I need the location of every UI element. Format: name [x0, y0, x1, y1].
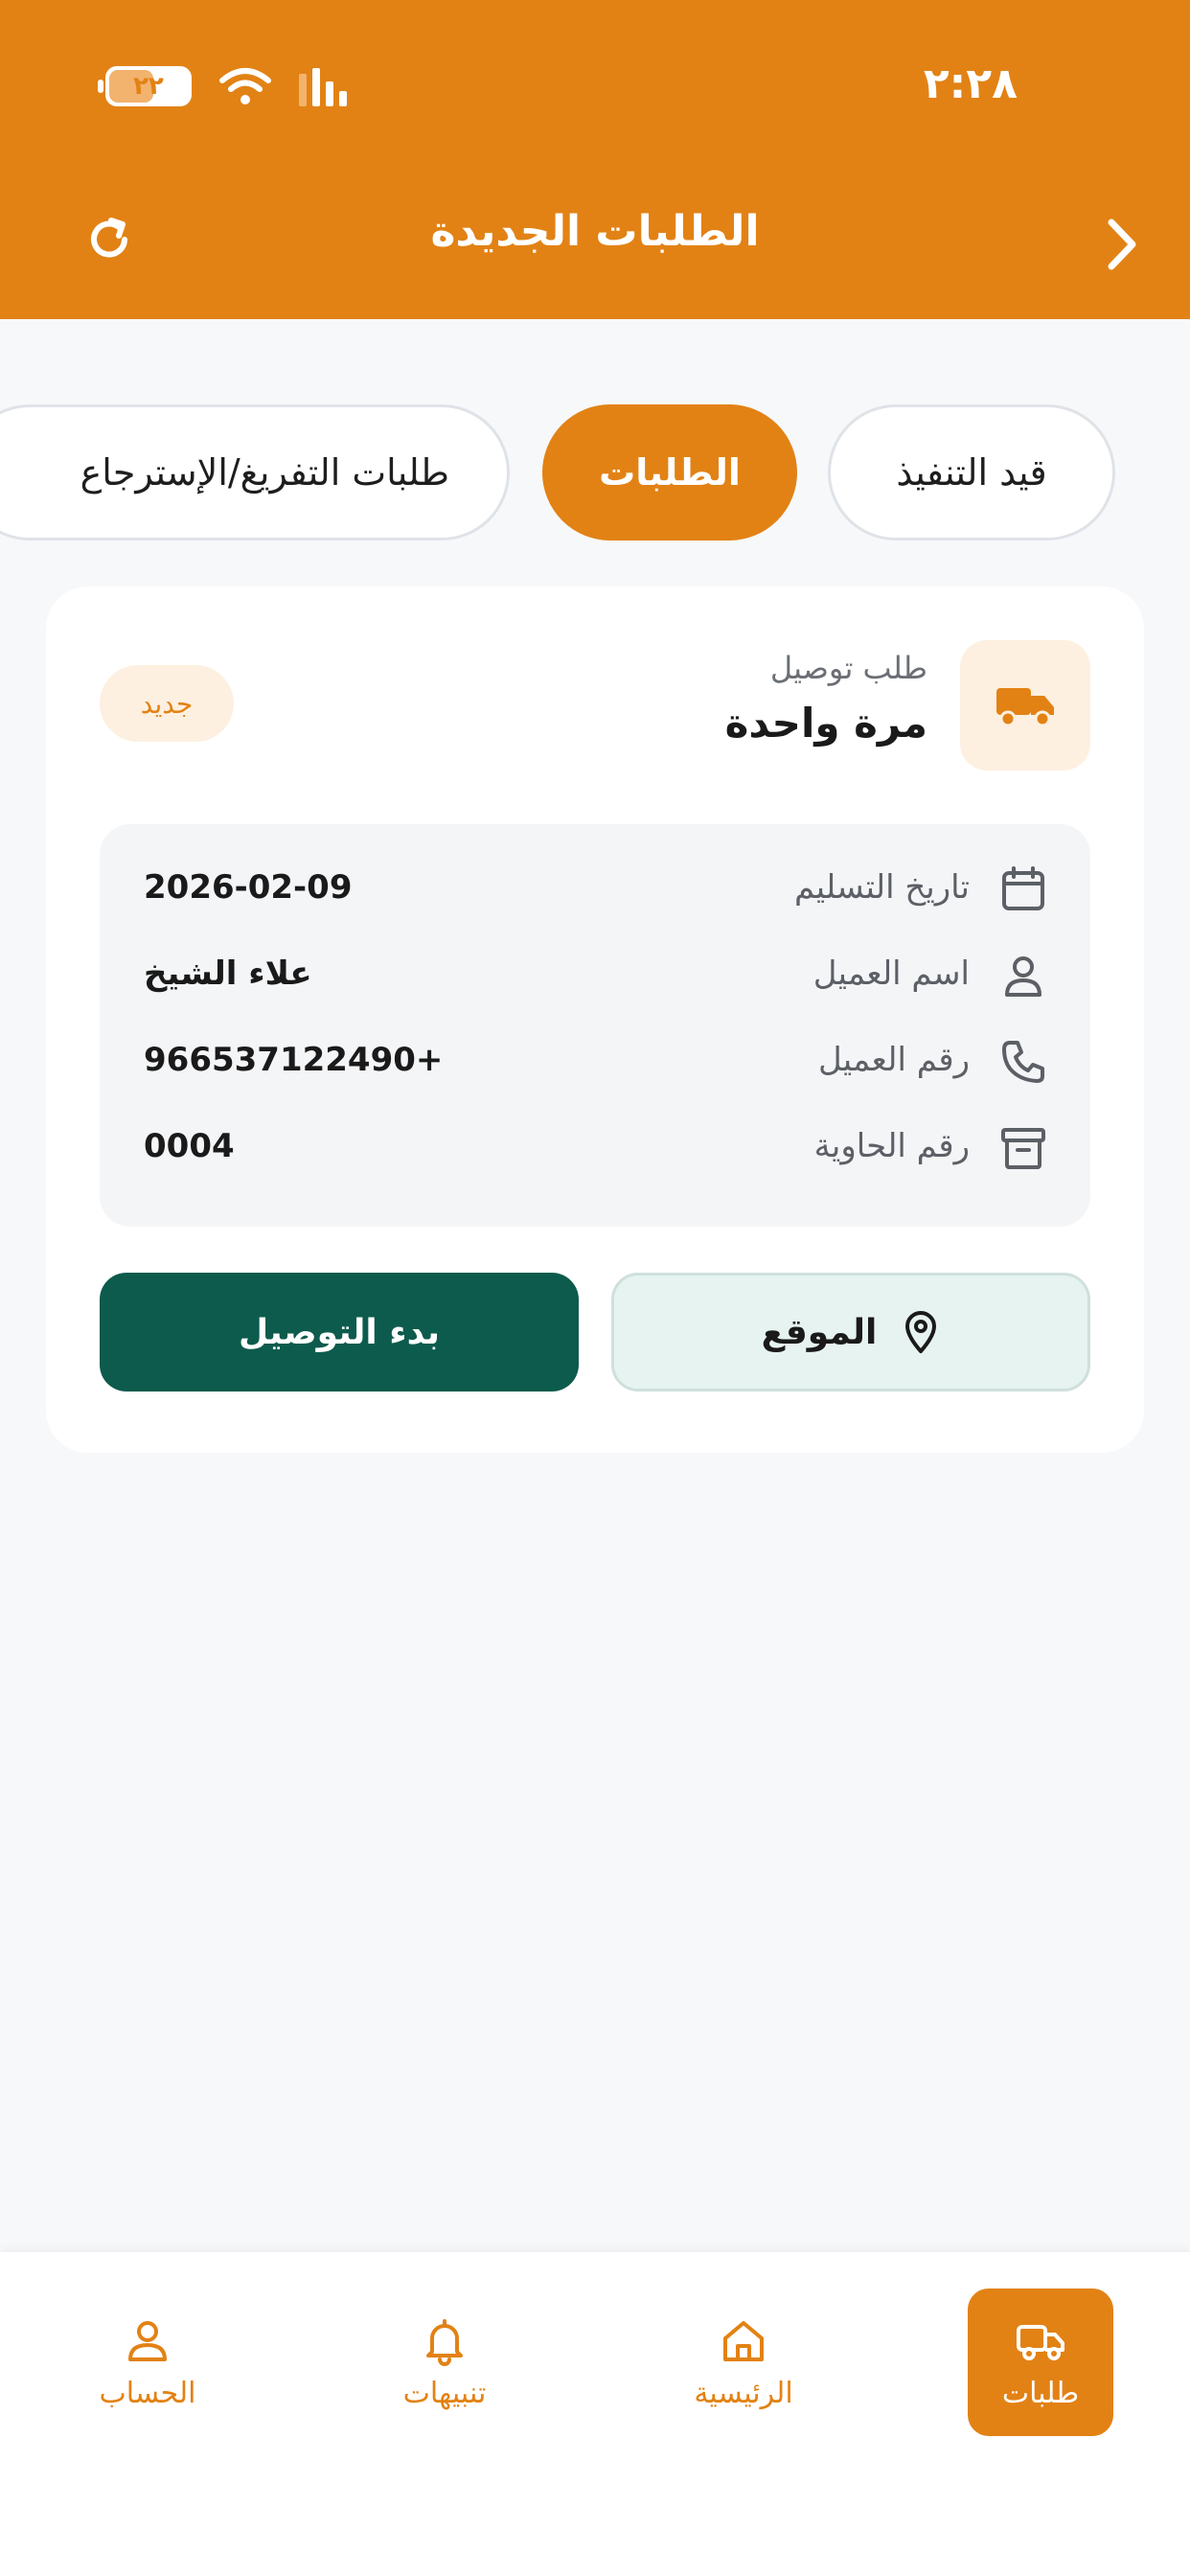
start-delivery-button[interactable]: بدء التوصيل — [100, 1273, 579, 1392]
calendar-icon — [1002, 866, 1044, 910]
nav-label: الحساب — [99, 2376, 196, 2410]
nav-label: الرئيسية — [694, 2376, 793, 2410]
map-pin-icon — [905, 1311, 937, 1353]
user-icon — [128, 2320, 167, 2361]
location-button-label: الموقع — [761, 1312, 878, 1352]
order-tabs: قيد التنفيذ الطلبات طلبات التفريغ/الإستر… — [0, 404, 1190, 540]
nav-item-home[interactable]: الرئيسية — [671, 2288, 816, 2436]
battery-icon: ٢٢ — [98, 66, 192, 106]
status-time: ٢:٢٨ — [923, 59, 1018, 108]
detail-row-customer-name: اسم العميل علاء الشيخ — [100, 932, 1090, 1018]
status-icons: ٢٢ — [98, 65, 347, 107]
detail-row-customer-phone: رقم العميل 966537122490+ — [100, 1018, 1090, 1104]
app-header: ٢٢ ٢:٢٨ الطلبات الجديدة — [0, 0, 1190, 319]
status-badge: جديد — [100, 665, 234, 742]
detail-label: رقم الحاوية — [813, 1127, 970, 1165]
phone-icon — [1002, 1041, 1044, 1083]
wifi-icon — [219, 68, 271, 104]
truck-icon — [996, 688, 1054, 727]
nav-label: طلبات — [1001, 2376, 1080, 2410]
home-icon — [723, 2320, 764, 2361]
customer-name-value: علاء الشيخ — [144, 954, 312, 993]
order-details: تاريخ التسليم 2026-02-09 اسم العميل علاء… — [100, 824, 1090, 1227]
delivery-date-value: 2026-02-09 — [144, 868, 353, 907]
nav-label: تنبيهات — [402, 2376, 487, 2410]
order-card[interactable]: طلب توصيل مرة واحدة جديد تاريخ التسليم 2… — [46, 586, 1144, 1453]
detail-row-delivery-date: تاريخ التسليم 2026-02-09 — [100, 845, 1090, 932]
bottom-nav: طلبات الرئيسية تنبيهات الحساب — [0, 2252, 1190, 2576]
detail-label: اسم العميل — [812, 954, 970, 993]
screen: ٢٢ ٢:٢٨ الطلبات الجديدة قيد التنفيذ الطل… — [0, 0, 1190, 2576]
truck-icon — [1017, 2324, 1064, 2360]
user-icon — [1005, 956, 1041, 997]
nav-item-orders[interactable]: طلبات — [968, 2288, 1113, 2436]
page-title: الطلبات الجديدة — [430, 207, 760, 256]
container-number-value: 0004 — [144, 1127, 235, 1165]
chevron-right-icon[interactable] — [1098, 213, 1146, 276]
nav-item-account[interactable]: الحساب — [75, 2288, 220, 2436]
customer-phone-value[interactable]: 966537122490+ — [144, 1041, 443, 1079]
tab-unload-return[interactable]: طلبات التفريغ/الإسترجاع — [0, 404, 510, 540]
bell-icon — [426, 2318, 463, 2366]
order-type-label: طلب توصيل — [769, 650, 927, 686]
archive-icon — [1001, 1128, 1045, 1169]
battery-level: ٢٢ — [133, 72, 164, 101]
detail-label: تاريخ التسليم — [794, 868, 970, 907]
signal-icon — [299, 66, 347, 106]
tab-orders[interactable]: الطلبات — [542, 404, 797, 540]
order-type-value: مرة واحدة — [724, 700, 927, 747]
tab-in-progress[interactable]: قيد التنفيذ — [828, 404, 1115, 540]
order-type-icon-box — [960, 640, 1090, 770]
nav-item-notifications[interactable]: تنبيهات — [372, 2288, 517, 2436]
location-button[interactable]: الموقع — [611, 1273, 1090, 1392]
detail-label: رقم العميل — [818, 1041, 970, 1079]
detail-row-container-number: رقم الحاوية 0004 — [100, 1104, 1090, 1190]
